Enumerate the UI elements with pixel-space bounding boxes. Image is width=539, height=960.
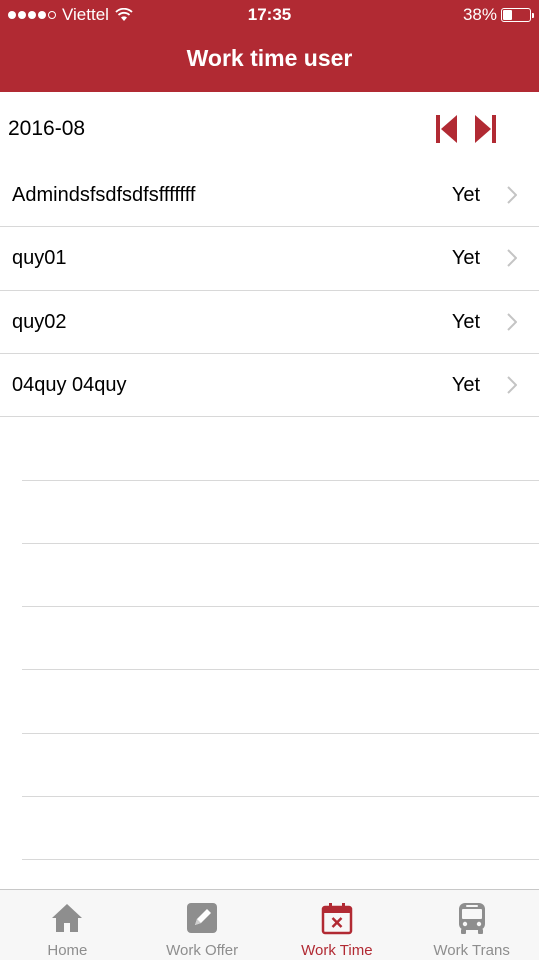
status-time: 17:35 bbox=[247, 5, 292, 24]
chevron-right-icon bbox=[507, 249, 517, 268]
tab-label: Home bbox=[47, 942, 88, 959]
battery-percent: 38% bbox=[462, 5, 497, 24]
user-name: quy02 bbox=[12, 310, 67, 333]
user-status: Yet bbox=[451, 373, 480, 396]
divider bbox=[22, 543, 539, 544]
status-bar: Viettel 17:35 38% bbox=[0, 0, 539, 30]
tab-bar: Home Work Offer Work Time Work Trans bbox=[0, 889, 539, 960]
chevron-right-icon bbox=[507, 376, 517, 394]
list-item[interactable]: quy02 Yet bbox=[0, 291, 539, 354]
divider bbox=[22, 733, 539, 734]
list-item[interactable]: Admindsfsdfsdfsfffffff Yet bbox=[0, 164, 539, 228]
divider bbox=[22, 859, 539, 860]
app-header: Viettel 17:35 38% Work time user bbox=[0, 0, 539, 92]
divider bbox=[22, 480, 539, 481]
user-name: quy01 bbox=[12, 247, 67, 270]
battery-icon bbox=[501, 8, 534, 22]
chevron-right-icon bbox=[507, 186, 517, 204]
divider bbox=[22, 669, 539, 670]
tab-home[interactable]: Home bbox=[0, 890, 135, 960]
user-status: Yet bbox=[451, 184, 480, 206]
status-right: 38% bbox=[462, 5, 534, 25]
user-status: Yet bbox=[451, 310, 480, 333]
list-item[interactable]: 04quy 04quy Yet bbox=[0, 354, 539, 418]
list-item[interactable]: quy01 Yet bbox=[0, 227, 539, 291]
tab-work-offer[interactable]: Work Offer bbox=[135, 890, 270, 960]
page-title: Work time user bbox=[186, 45, 353, 71]
user-name: 04quy 04quy bbox=[12, 373, 127, 396]
tab-work-time[interactable]: Work Time bbox=[270, 890, 405, 960]
tab-label: Work Time bbox=[301, 942, 373, 959]
tab-label: Work Trans bbox=[433, 942, 510, 959]
next-month-icon[interactable] bbox=[474, 114, 498, 144]
previous-month-icon[interactable] bbox=[434, 114, 458, 144]
calendar-icon bbox=[321, 903, 353, 935]
divider bbox=[22, 796, 539, 797]
user-status: Yet bbox=[451, 247, 480, 270]
user-name: Admindsfsdfsdfsfffffff bbox=[12, 184, 196, 206]
tab-work-trans[interactable]: Work Trans bbox=[404, 890, 539, 960]
month-selector: 2016-08 bbox=[0, 92, 539, 164]
month-label: 2016-08 bbox=[8, 117, 86, 140]
edit-icon bbox=[187, 903, 218, 933]
home-icon bbox=[52, 904, 83, 932]
user-list: Admindsfsdfsdfsfffffff Yet quy01 Yet quy… bbox=[0, 164, 539, 418]
tab-label: Work Offer bbox=[166, 942, 239, 959]
divider bbox=[22, 606, 539, 607]
chevron-right-icon bbox=[507, 312, 517, 331]
bus-icon bbox=[458, 903, 485, 934]
